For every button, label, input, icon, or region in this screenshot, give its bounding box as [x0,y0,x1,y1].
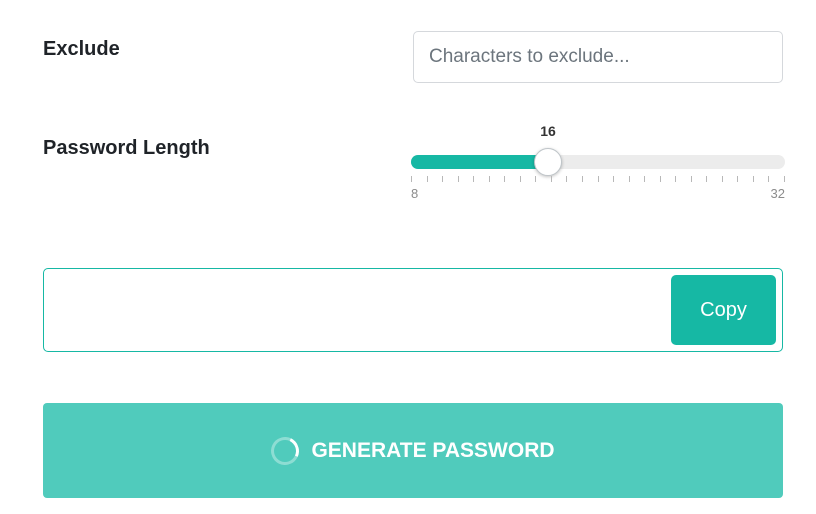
slider-tick [675,176,676,182]
slider-tick [520,176,521,182]
copy-button[interactable]: Copy [671,275,776,345]
exclude-input[interactable] [413,31,783,83]
password-generator: Exclude Password Length 16 8 32 Copy GEN… [0,0,816,514]
slider-tick [535,176,536,182]
slider-tick [706,176,707,182]
slider-tick [566,176,567,182]
slider-min-label: 8 [411,186,419,201]
slider-value-label: 16 [540,123,556,139]
slider-tick [722,176,723,182]
slider-tick [427,176,428,182]
loading-spinner-icon [267,432,304,469]
slider-tick [784,176,785,182]
slider-tick [768,176,769,182]
slider-tick [582,176,583,182]
password-output: Copy [43,268,783,352]
slider-tick [489,176,490,182]
slider-tick [598,176,599,182]
slider-tick [629,176,630,182]
password-length-slider[interactable]: 16 8 32 [411,120,785,210]
slider-max-label: 32 [770,186,785,201]
password-length-label: Password Length [43,137,210,159]
slider-tick [644,176,645,182]
slider-tick [660,176,661,182]
slider-tick [442,176,443,182]
slider-tick [473,176,474,182]
slider-ticks [411,176,785,184]
slider-tick [737,176,738,182]
slider-tick [411,176,412,182]
slider-tick [613,176,614,182]
slider-tick [458,176,459,182]
password-output-field[interactable] [54,275,668,347]
generate-password-label: GENERATE PASSWORD [311,438,555,462]
slider-thumb[interactable] [534,148,562,176]
generate-password-button[interactable]: GENERATE PASSWORD [43,403,783,498]
slider-tick [753,176,754,182]
slider-tick [504,176,505,182]
exclude-label: Exclude [43,38,120,60]
slider-tick [551,176,552,182]
slider-fill [411,155,542,169]
slider-track[interactable] [411,155,785,169]
slider-tick [691,176,692,182]
